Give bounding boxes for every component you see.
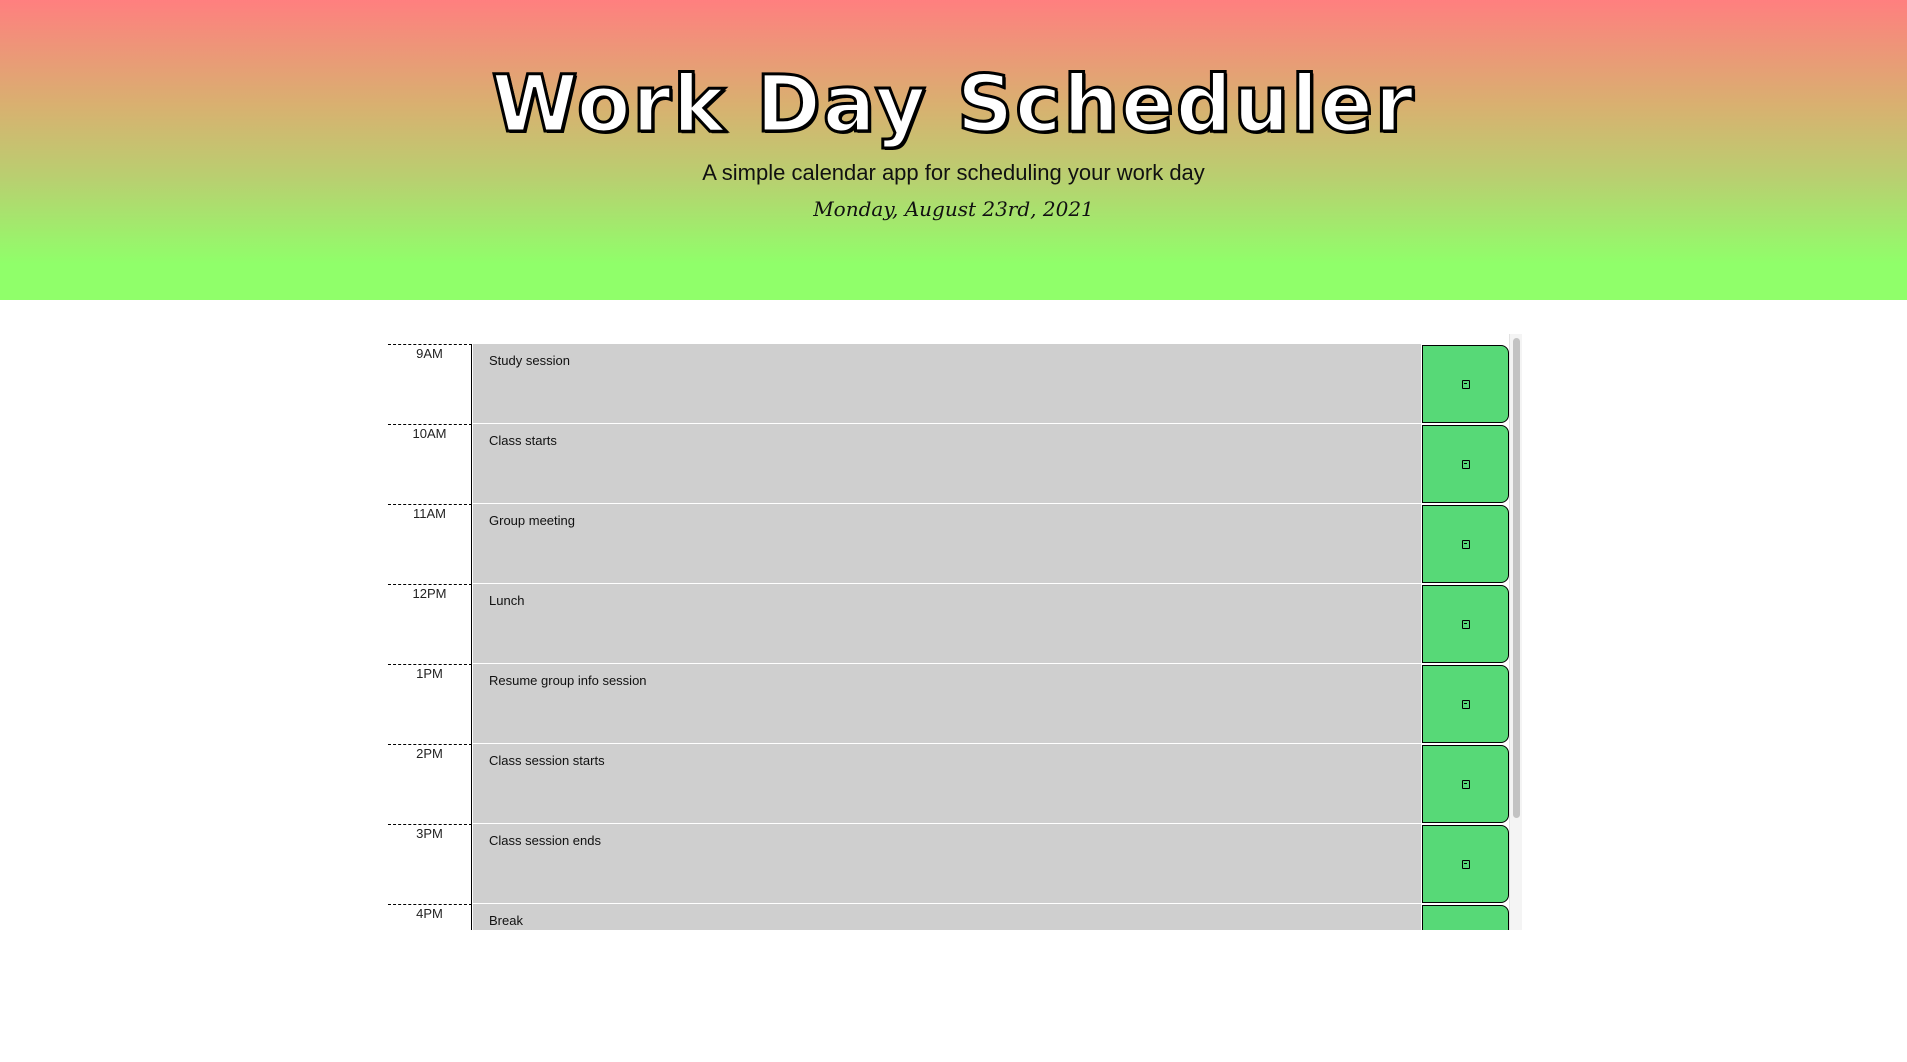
hour-label: 3PM — [388, 824, 472, 904]
hour-label: 11AM — [388, 504, 472, 584]
timeblock-row: 2PM Class session starts — [388, 744, 1509, 824]
save-button[interactable] — [1422, 825, 1509, 903]
scrollbar[interactable] — [1509, 334, 1522, 930]
header-banner: Work Day Scheduler A simple calendar app… — [0, 0, 1907, 300]
hour-label: 10AM — [388, 424, 472, 504]
event-description-textarea[interactable]: Lunch — [473, 584, 1421, 664]
hour-label: 2PM — [388, 744, 472, 824]
page-title: Work Day Scheduler — [490, 59, 1416, 152]
timeblock-row: 12PM Lunch — [388, 584, 1509, 664]
save-icon — [1461, 699, 1470, 709]
save-button[interactable] — [1422, 345, 1509, 423]
timeblock-row: 3PM Class session ends — [388, 824, 1509, 904]
event-description-textarea[interactable]: Class starts — [473, 424, 1421, 504]
event-description-textarea[interactable]: Group meeting — [473, 504, 1421, 584]
event-description-textarea[interactable]: Study session — [473, 344, 1421, 424]
save-button[interactable] — [1422, 905, 1509, 930]
hour-label: 12PM — [388, 584, 472, 664]
hour-label: 4PM — [388, 904, 472, 930]
timeblock-row: 1PM Resume group info session — [388, 664, 1509, 744]
timeblock-row: 11AM Group meeting — [388, 504, 1509, 584]
timeblock-row: 10AM Class starts — [388, 424, 1509, 504]
event-description-textarea[interactable]: Class session starts — [473, 744, 1421, 824]
save-button[interactable] — [1422, 745, 1509, 823]
save-icon — [1461, 619, 1470, 629]
save-icon — [1461, 379, 1470, 389]
save-button[interactable] — [1422, 665, 1509, 743]
event-description-textarea[interactable]: Resume group info session — [473, 664, 1421, 744]
save-icon — [1461, 459, 1470, 469]
save-button[interactable] — [1422, 425, 1509, 503]
timeblock-container: 9AM Study session 10AM Class starts 11AM Grou… — [388, 334, 1522, 930]
timeblock-row: 9AM Study session — [388, 344, 1509, 424]
hour-label: 9AM — [388, 344, 472, 424]
event-description-textarea[interactable]: Break — [473, 904, 1421, 930]
event-description-textarea[interactable]: Class session ends — [473, 824, 1421, 904]
hour-label: 1PM — [388, 664, 472, 744]
scrollbar-thumb[interactable] — [1513, 338, 1520, 818]
page-subtitle: A simple calendar app for scheduling you… — [702, 160, 1205, 185]
save-icon — [1461, 779, 1470, 789]
timeblock-row: 4PM Break — [388, 904, 1509, 930]
save-icon — [1461, 859, 1470, 869]
save-button[interactable] — [1422, 585, 1509, 663]
save-icon — [1461, 539, 1470, 549]
save-button[interactable] — [1422, 505, 1509, 583]
current-day: Monday, August 23rd, 2021 — [813, 197, 1094, 221]
